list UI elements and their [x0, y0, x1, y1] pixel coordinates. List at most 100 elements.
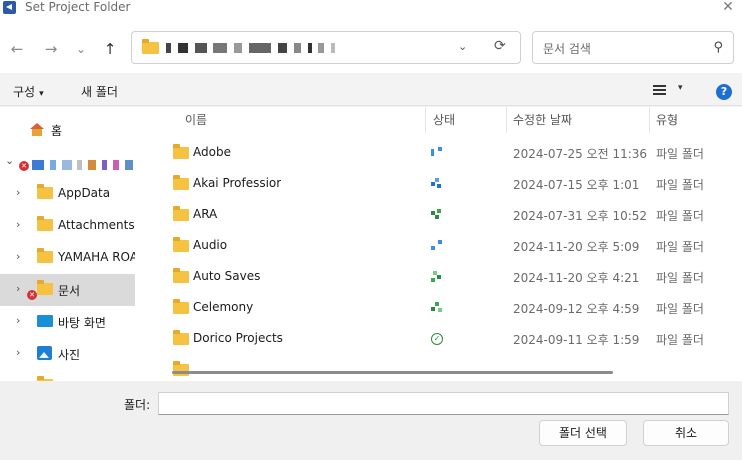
sidebar-item-attachments[interactable]: › Attachments [0, 210, 135, 242]
chevron-right-icon[interactable]: › [16, 250, 20, 263]
folder-icon [37, 248, 53, 263]
sidebar-item-label: Attachments [58, 218, 135, 232]
sidebar-item-partial[interactable] [0, 370, 135, 381]
window-title: Set Project Folder [25, 0, 131, 14]
chevron-right-icon[interactable]: › [16, 282, 20, 295]
command-bar: 구성 ▾ 새 폴더 ▾ [0, 73, 742, 106]
close-icon[interactable]: ✕ [720, 0, 736, 15]
sidebar-item-label: 사진 [58, 348, 81, 362]
file-type: 파일 폴더 [656, 240, 704, 254]
folder-icon [173, 299, 189, 314]
folder-icon [142, 39, 159, 54]
table-row[interactable]: Dorico Projects ✓ 2024-09-11 오후 1:59 파일 … [155, 323, 742, 354]
caret-down-icon: ▾ [39, 89, 44, 99]
search-icon[interactable]: ⚲ [713, 40, 723, 55]
folder-icon [173, 175, 189, 190]
modified-date: 2024-07-25 오전 11:36 [513, 147, 648, 161]
table-row[interactable]: Akai Professior 2024-07-15 오후 1:01 파일 폴더 [155, 168, 742, 199]
file-name: Akai Professior [193, 176, 282, 190]
column-divider[interactable] [649, 107, 650, 133]
file-list: ^ 이름 상태 수정한 날짜 유형 Adobe 2024-07-25 오전 11… [155, 107, 742, 381]
recent-locations-chevron-icon[interactable]: ⌄ [71, 39, 91, 59]
up-arrow-icon[interactable]: ↑ [100, 39, 120, 59]
home-icon [29, 123, 45, 136]
file-type: 파일 폴더 [656, 302, 704, 316]
sync-error-icon: ✕ [19, 161, 29, 171]
table-row[interactable]: Adobe 2024-07-25 오전 11:36 파일 폴더 [155, 137, 742, 168]
file-name: Audio [193, 238, 228, 252]
folder-icon [173, 206, 189, 221]
column-divider[interactable] [506, 107, 507, 133]
chevron-right-icon[interactable]: › [16, 186, 20, 199]
sidebar-item-documents[interactable]: › ✕ 문서 [0, 274, 135, 306]
sidebar-item-label: 바탕 화면 [58, 316, 106, 330]
sidebar-item-label: AppData [58, 186, 111, 200]
table-row[interactable]: ARA 2024-07-31 오후 10:52 파일 폴더 [155, 199, 742, 230]
organize-label: 구성 [13, 85, 36, 99]
search-box[interactable]: 문서 검색 ⚲ [532, 31, 734, 64]
sidebar-item-desktop[interactable]: › 바탕 화면 [0, 306, 135, 338]
forward-arrow-icon[interactable]: → [41, 39, 61, 59]
column-header-modified[interactable]: 수정한 날짜 [513, 107, 572, 133]
sidebar-item-home[interactable]: 홈 [0, 114, 135, 146]
sync-status-icon [431, 209, 443, 224]
sidebar-item-label: YAMAHA ROA [58, 250, 135, 264]
chevron-right-icon[interactable]: › [16, 218, 20, 231]
column-header-status[interactable]: 상태 [433, 107, 455, 133]
folder-icon [37, 376, 53, 381]
table-row[interactable]: Audio 2024-11-20 오후 5:09 파일 폴더 [155, 230, 742, 261]
address-path-redacted [166, 40, 337, 54]
folder-icon [173, 330, 189, 345]
folder-name-input[interactable] [158, 392, 729, 415]
table-row[interactable]: Auto Saves 2024-11-20 오후 4:21 파일 폴더 [155, 261, 742, 292]
chevron-right-icon[interactable]: › [16, 314, 20, 327]
chevron-right-icon[interactable]: › [16, 346, 20, 359]
horizontal-scrollbar[interactable] [172, 371, 613, 374]
modified-date: 2024-07-15 오후 1:01 [513, 178, 640, 192]
search-input[interactable]: 문서 검색 [543, 40, 591, 57]
sync-status-icon [431, 147, 443, 162]
address-bar[interactable]: ⌄ ⟳ [131, 31, 521, 64]
redacted-profile-name [32, 157, 135, 171]
select-folder-button[interactable]: 폴더 선택 [539, 420, 627, 446]
pane-divider [135, 107, 155, 381]
sidebar-item-photos[interactable]: › 사진 [0, 338, 135, 370]
sidebar-item-appdata[interactable]: › AppData [0, 178, 135, 210]
column-header-name[interactable]: 이름 [185, 107, 207, 133]
cancel-button[interactable]: 취소 [643, 420, 729, 446]
title-bar: Set Project Folder ✕ [0, 0, 742, 17]
refresh-icon[interactable]: ⟳ [494, 38, 506, 54]
back-arrow-icon[interactable]: ← [7, 39, 27, 59]
desktop-icon [37, 315, 53, 327]
folder-icon [37, 184, 53, 199]
file-type: 파일 폴더 [656, 147, 704, 161]
help-icon[interactable]: ? [716, 84, 732, 100]
app-logo-icon [3, 1, 16, 14]
address-history-chevron-icon[interactable]: ⌄ [458, 40, 467, 53]
file-type: 파일 폴더 [656, 178, 704, 192]
table-row[interactable] [155, 354, 742, 381]
column-header-type[interactable]: 유형 [656, 107, 678, 133]
new-folder-button[interactable]: 새 폴더 [81, 83, 118, 100]
file-name: Adobe [193, 145, 231, 159]
sync-status-icon [431, 302, 443, 317]
sync-status-icon [431, 178, 443, 193]
caret-down-icon[interactable]: ▾ [678, 83, 683, 93]
available-check-icon: ✓ [431, 333, 443, 345]
sync-error-icon: ✕ [27, 290, 37, 300]
sidebar-item-yamaha[interactable]: › YAMAHA ROA [0, 242, 135, 274]
view-options-icon[interactable] [653, 85, 666, 95]
file-type: 파일 폴더 [656, 333, 704, 347]
sidebar-item-label: 문서 [58, 284, 81, 298]
file-name: Auto Saves [193, 269, 261, 283]
modified-date: 2024-07-31 오후 10:52 [513, 209, 648, 223]
table-row[interactable]: Celemony 2024-09-12 오후 4:59 파일 폴더 [155, 292, 742, 323]
modified-date: 2024-09-11 오후 1:59 [513, 333, 640, 347]
sync-status-icon [431, 240, 443, 255]
file-name: Celemony [193, 300, 254, 314]
organize-button[interactable]: 구성 ▾ [13, 83, 44, 100]
sidebar-item-user-profile[interactable]: ⌄ ✕ [0, 146, 135, 178]
chevron-down-icon[interactable]: ⌄ [5, 154, 14, 167]
photos-icon [37, 346, 52, 360]
column-divider[interactable] [425, 107, 426, 133]
